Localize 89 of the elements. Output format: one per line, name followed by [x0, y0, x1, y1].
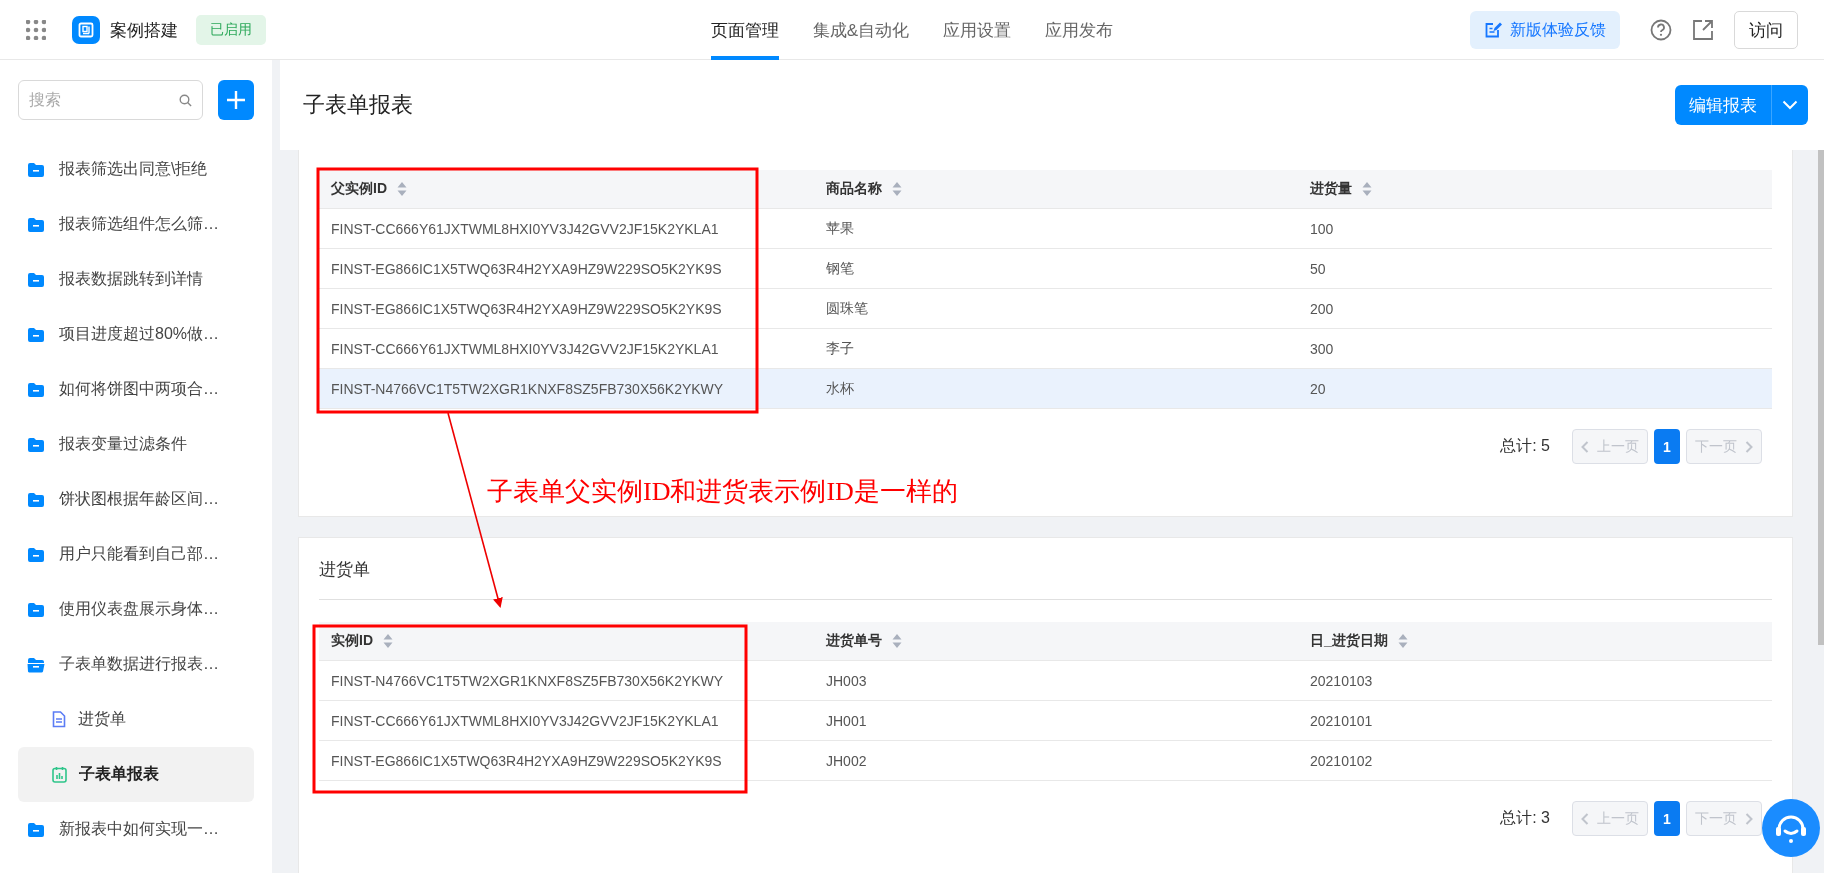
table-cell: 20	[1298, 369, 1772, 409]
table-cell: FINST-N4766VC1T5TW2XGR1KNXF8SZ5FB730X56K2YKWY	[319, 369, 814, 409]
search-icon[interactable]	[179, 94, 192, 107]
column-title: 进货单号	[826, 632, 882, 650]
folder-icon	[27, 271, 45, 288]
sidebar-item[interactable]: 报表数据跳转到详情	[18, 252, 254, 307]
column-title: 日_进货日期	[1310, 632, 1388, 650]
folder-icon	[27, 656, 45, 673]
chevron-left-icon[interactable]	[1581, 440, 1589, 453]
table-cell: 200	[1298, 289, 1772, 329]
table-cell: FINST-N4766VC1T5TW2XGR1KNXF8SZ5FB730X56K2YKWY	[319, 661, 814, 701]
chevron-down-icon[interactable]	[1782, 100, 1798, 110]
sort-icon[interactable]	[892, 181, 902, 197]
sort-icon[interactable]	[1362, 181, 1372, 197]
page-number-button[interactable]: 1	[1654, 429, 1680, 464]
search-field[interactable]: 搜索	[18, 80, 203, 120]
plus-icon[interactable]	[226, 90, 246, 110]
table-cell: JH003	[814, 661, 1298, 701]
feedback-button[interactable]: 新版体验反馈	[1470, 11, 1620, 49]
annotation-text: 子表单父实例ID和进货表示例ID是一样的	[487, 476, 958, 508]
nav-tab[interactable]: 页面管理	[710, 0, 779, 60]
column-title: 实例ID	[331, 632, 373, 650]
nav-tab[interactable]: 应用设置	[943, 0, 1012, 60]
table-cell: 20210101	[1298, 701, 1772, 741]
table-cell: FINST-EG866IC1X5TWQ63R4H2YXA9HZ9W229SO5K2YK9S	[319, 249, 814, 289]
table-cell: FINST-EG866IC1X5TWQ63R4H2YXA9HZ9W229SO5K2YK9S	[319, 289, 814, 329]
folder-icon	[27, 436, 45, 453]
table-cell: FINST-CC666Y61JXTWML8HXI0YV3J42GVV2JF15K2YKLA1	[319, 209, 814, 249]
table-cell: 100	[1298, 209, 1772, 249]
table-cell: 20210102	[1298, 741, 1772, 781]
column-title: 进货量	[1310, 180, 1352, 198]
add-button[interactable]	[218, 80, 254, 120]
table-cell: 50	[1298, 249, 1772, 289]
folder-icon	[27, 326, 45, 343]
sidebar-item[interactable]: 报表筛选组件怎么筛…	[18, 197, 254, 252]
table-cell: FINST-CC666Y61JXTWML8HXI0YV3J42GVV2JF15K2YKLA1	[319, 701, 814, 741]
sidebar-item[interactable]: 报表变量过滤条件	[18, 417, 254, 472]
table-cell: 钢笔	[814, 249, 1298, 289]
sidebar-item[interactable]: 子表单数据进行报表…	[18, 637, 254, 692]
sidebar-item[interactable]: 进货单	[18, 692, 254, 747]
total-count: 总计: 5	[1500, 436, 1550, 456]
folder-icon	[27, 381, 45, 398]
sidebar-item[interactable]: 饼状图根据年龄区间…	[18, 472, 254, 527]
page-title: 子表单报表	[303, 91, 413, 119]
chevron-right-icon[interactable]	[1745, 440, 1753, 453]
table-cell: 圆珠笔	[814, 289, 1298, 329]
sort-icon[interactable]	[1397, 633, 1408, 649]
chart-icon	[52, 766, 67, 783]
sidebar-item[interactable]: 报表筛选出同意\拒绝	[18, 142, 254, 197]
scrollbar-thumb[interactable]	[1818, 150, 1824, 645]
folder-icon	[27, 491, 45, 508]
external-link-icon[interactable]	[1692, 19, 1714, 41]
sidebar-item[interactable]: 子表单报表	[18, 747, 254, 802]
folder-icon	[27, 216, 45, 233]
edit-icon[interactable]	[1484, 21, 1502, 39]
nav-tab[interactable]: 应用发布	[1045, 0, 1114, 60]
table-cell: 水杯	[814, 369, 1298, 409]
folder-icon	[27, 161, 45, 178]
document-icon	[52, 711, 66, 728]
sidebar-item[interactable]: 如何将饼图中两项合…	[18, 362, 254, 417]
table-cell: FINST-EG866IC1X5TWQ63R4H2YXA9HZ9W229SO5K2YK9S	[319, 741, 814, 781]
column-title: 父实例ID	[331, 180, 387, 198]
app-grid-icon[interactable]	[26, 20, 46, 40]
chevron-left-icon[interactable]	[1581, 812, 1589, 825]
card-title: 进货单	[319, 558, 1772, 600]
total-count: 总计: 3	[1500, 808, 1550, 828]
folder-icon	[27, 546, 45, 563]
table-cell: 苹果	[814, 209, 1298, 249]
sort-icon[interactable]	[383, 633, 393, 649]
sidebar-item[interactable]: 新报表中如何实现一…	[18, 802, 254, 857]
sort-icon[interactable]	[397, 181, 407, 197]
status-badge: 已启用	[196, 15, 266, 45]
sidebar-item[interactable]: 项目进度超过80%做…	[18, 307, 254, 362]
folder-icon	[27, 601, 45, 618]
visit-button[interactable]: 访问	[1734, 11, 1798, 49]
table-cell: 20210103	[1298, 661, 1772, 701]
page-number-button[interactable]: 1	[1654, 801, 1680, 836]
nav-tab[interactable]: 集成&自动化	[812, 0, 910, 60]
chevron-right-icon[interactable]	[1745, 812, 1753, 825]
help-icon[interactable]	[1650, 19, 1672, 41]
app-name: 案例搭建	[110, 19, 178, 42]
sidebar-item[interactable]: 用户只能看到自己部…	[18, 527, 254, 582]
folder-icon	[27, 821, 45, 838]
column-title: 商品名称	[826, 180, 882, 198]
app-logo-icon	[72, 16, 100, 44]
table-cell: JH001	[814, 701, 1298, 741]
table-cell: JH002	[814, 741, 1298, 781]
sort-icon[interactable]	[892, 633, 902, 649]
sidebar-item[interactable]: 使用仪表盘展示身体…	[18, 582, 254, 637]
